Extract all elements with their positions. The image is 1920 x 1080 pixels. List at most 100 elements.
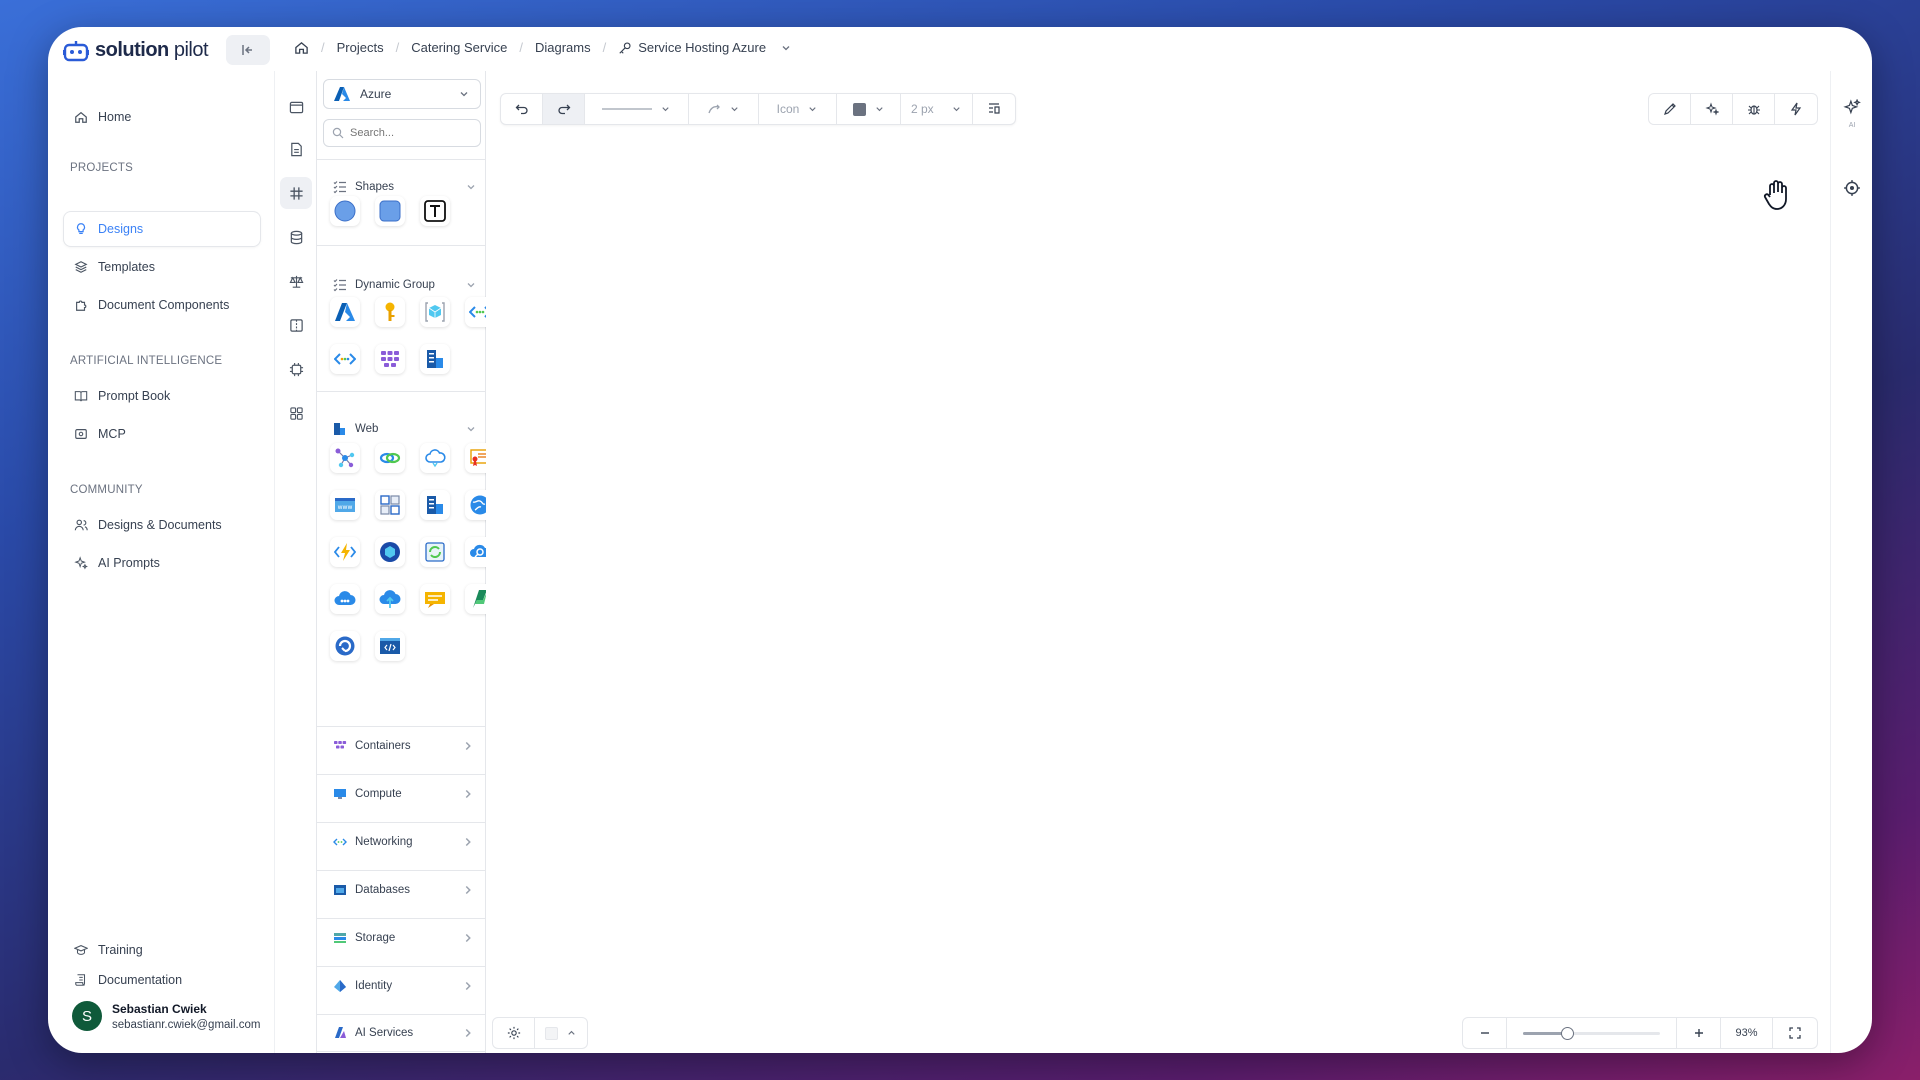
web-app-domains[interactable]	[375, 443, 405, 473]
collapse-sidebar-button[interactable]	[226, 35, 270, 65]
sidebar-item-designs-documents[interactable]: Designs & Documents	[64, 508, 260, 542]
web-cdn[interactable]	[420, 443, 450, 473]
web-static-apps[interactable]	[375, 584, 405, 614]
ai-assistant-button[interactable]: AI	[1840, 98, 1864, 129]
web-app-space[interactable]	[420, 537, 450, 567]
rail-database-button[interactable]	[280, 221, 312, 253]
zoom-out-button[interactable]	[1463, 1018, 1507, 1048]
zoom-slider[interactable]	[1507, 1018, 1677, 1048]
group-header-dynamic-group[interactable]: Dynamic Group	[317, 274, 487, 296]
breadcrumb-catering-service[interactable]: Catering Service	[411, 40, 507, 55]
category-identity[interactable]: Identity	[317, 966, 487, 1004]
rail-apps-button[interactable]	[280, 397, 312, 429]
icon-select[interactable]: Icon	[759, 94, 837, 124]
settings-button[interactable]	[493, 1018, 535, 1048]
align-button[interactable]	[973, 94, 1015, 124]
lightning-icon	[1790, 102, 1802, 116]
edit-button[interactable]	[1649, 94, 1691, 124]
logo[interactable]: solution pilot	[63, 39, 209, 62]
breadcrumb: / Projects / Catering Service / Diagrams…	[294, 40, 792, 55]
web-static-site[interactable]: www	[330, 490, 360, 520]
category-containers[interactable]: Containers	[317, 726, 487, 764]
cpu-chip-icon	[289, 362, 303, 376]
home-icon[interactable]	[294, 40, 309, 55]
line-style-select[interactable]	[585, 94, 689, 124]
sidebar-item-designs[interactable]: Designs	[64, 212, 260, 246]
quick-action-button[interactable]	[1775, 94, 1817, 124]
web-signalr[interactable]	[330, 631, 360, 661]
web-api-management[interactable]	[330, 443, 360, 473]
palette-search[interactable]	[323, 119, 481, 147]
category-networking[interactable]: Networking	[317, 822, 487, 860]
dyn-subnet[interactable]	[330, 344, 360, 374]
chevron-down-icon	[467, 283, 475, 288]
identity-diamond-icon	[334, 979, 346, 992]
provider-select[interactable]: Azure	[323, 79, 481, 109]
web-app-code[interactable]	[375, 631, 405, 661]
undo-button[interactable]	[501, 94, 543, 124]
sparkles-icon	[74, 556, 88, 570]
shape-rounded-rect[interactable]	[375, 196, 405, 226]
sidebar-item-ai-prompts[interactable]: AI Prompts	[64, 546, 260, 580]
diagram-canvas[interactable]: Icon 2 px 93%	[486, 71, 1830, 1053]
sidebar-item-documentation[interactable]: Documentation	[64, 963, 260, 997]
group-header-shapes[interactable]: Shapes	[317, 176, 487, 198]
sidebar-item-mcp[interactable]: MCP	[64, 417, 260, 451]
shape-text[interactable]	[420, 196, 450, 226]
locate-button[interactable]	[1843, 179, 1861, 202]
rail-compare-button[interactable]	[280, 309, 312, 341]
category-ai-services[interactable]: AI Services	[317, 1014, 487, 1052]
search-input[interactable]	[350, 127, 470, 139]
sidebar-item-prompt-book[interactable]: Prompt Book	[64, 379, 260, 413]
dyn-container[interactable]	[420, 297, 450, 327]
minus-icon	[1480, 1032, 1489, 1034]
ai-generate-button[interactable]	[1691, 94, 1733, 124]
web-azure-front-door[interactable]	[375, 537, 405, 567]
web-function-app[interactable]	[330, 537, 360, 567]
rail-chip-button[interactable]	[280, 353, 312, 385]
rail-canvas-button[interactable]	[280, 91, 312, 123]
breadcrumb-projects[interactable]: Projects	[337, 40, 384, 55]
pan-hand-cursor	[1760, 177, 1796, 218]
align-icon	[989, 103, 1000, 114]
zoom-level[interactable]: 93%	[1721, 1018, 1773, 1048]
building-icon	[427, 496, 443, 514]
debug-button[interactable]	[1733, 94, 1775, 124]
dyn-resource-group[interactable]	[375, 344, 405, 374]
sidebar-item-training[interactable]: Training	[64, 933, 260, 967]
dyn-key-vault[interactable]	[375, 297, 405, 327]
dyn-app-service-plan[interactable]	[420, 344, 450, 374]
category-storage[interactable]: Storage	[317, 918, 487, 956]
stroke-width-select[interactable]: 2 px	[901, 94, 973, 124]
background-color-select[interactable]	[535, 1018, 587, 1048]
web-app-service-plan[interactable]	[420, 490, 450, 520]
sidebar-item-templates[interactable]: Templates	[64, 250, 260, 284]
web-app-service-environment[interactable]	[375, 490, 405, 520]
zoom-in-button[interactable]	[1677, 1018, 1721, 1048]
sparkles-icon	[1704, 102, 1719, 116]
web-notification-hub[interactable]	[420, 584, 450, 614]
category-compute[interactable]: Compute	[317, 774, 487, 812]
zoom-slider-thumb[interactable]	[1560, 1026, 1574, 1040]
sidebar-item-home[interactable]: Home	[64, 100, 260, 134]
web-cloud-services[interactable]	[330, 584, 360, 614]
dyn-azure[interactable]	[330, 297, 360, 327]
fill-color-select[interactable]	[837, 94, 901, 124]
gear-icon	[507, 1026, 520, 1040]
breadcrumb-diagrams[interactable]: Diagrams	[535, 40, 591, 55]
logo-text: solution pilot	[95, 39, 209, 61]
rail-shapes-button[interactable]	[280, 177, 312, 209]
category-databases[interactable]: Databases	[317, 870, 487, 908]
redo-button[interactable]	[543, 94, 585, 124]
shape-circle[interactable]	[330, 196, 360, 226]
layers-icon	[74, 261, 88, 273]
connector-style-select[interactable]	[689, 94, 759, 124]
diagram-selector[interactable]: Service Hosting Azure	[618, 40, 792, 55]
user-profile[interactable]: S Sebastian Cwiek sebastianr.cwiek@gmail…	[72, 1001, 260, 1031]
rail-document-button[interactable]	[280, 133, 312, 165]
sidebar-item-document-components[interactable]: Document Components	[64, 288, 260, 322]
storage-account-icon	[334, 932, 346, 943]
group-header-web[interactable]: Web	[317, 418, 487, 440]
rail-balance-button[interactable]	[280, 265, 312, 297]
fullscreen-button[interactable]	[1773, 1018, 1817, 1048]
